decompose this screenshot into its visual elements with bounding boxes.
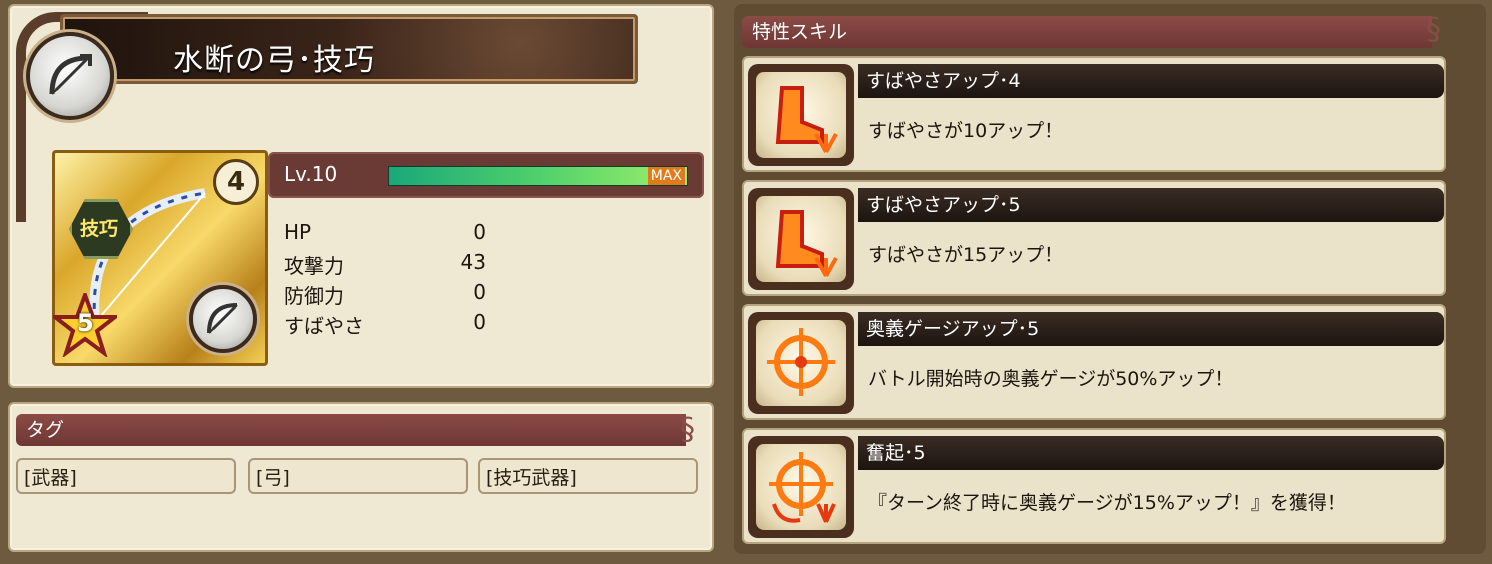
limit-break-badge: 4 (213, 159, 259, 205)
skill-name: 奮起･5 (858, 436, 1444, 470)
tag-weapon[interactable]: [武器] (16, 458, 236, 494)
stat-value-hp: 0 (473, 220, 486, 244)
boot-icon (756, 196, 846, 282)
type-badge-label: 技巧 (80, 218, 119, 240)
weapon-name: 水断の弓･技巧 (173, 43, 375, 78)
skill-item[interactable]: すばやさアップ･4 すばやさが10アップ！ (742, 56, 1446, 172)
stat-value-defense: 0 (473, 280, 486, 304)
skill-description: すばやさが10アップ！ (868, 120, 1064, 142)
stat-label-hp: HP (284, 220, 312, 244)
boot-icon (756, 72, 846, 158)
max-label: MAX (647, 167, 685, 185)
skill-item[interactable]: すばやさアップ･5 すばやさが15アップ！ (742, 180, 1446, 296)
skill-icon-frame (748, 312, 854, 414)
skill-name: すばやさアップ･5 (858, 188, 1444, 222)
skill-description: 『ターン終了時に奥義ゲージが15%アップ！』を獲得！ (868, 492, 1346, 514)
skill-item[interactable]: 奮起･5 『ターン終了時に奥義ゲージが15%アップ！』を獲得！ (742, 428, 1446, 544)
tag-header-label: タグ (26, 419, 65, 441)
skill-description: すばやさが15アップ！ (868, 244, 1064, 266)
limit-break-count: 4 (226, 167, 246, 197)
stat-label-defense: 防御力 (284, 284, 344, 308)
level-gauge: MAX (388, 166, 688, 186)
rarity-count: 5 (77, 309, 94, 337)
level-bar: Lv.10 MAX (268, 152, 704, 198)
ougi-gauge-icon (756, 320, 846, 406)
rarity-star-icon: 5 (49, 289, 121, 359)
bow-type-icon (26, 32, 114, 120)
skill-name: 奥義ゲージアップ･5 (858, 312, 1444, 346)
tag-header: タグ (16, 414, 686, 446)
tag-skill-weapon[interactable]: [技巧武器] (478, 458, 698, 494)
skill-icon-frame (748, 188, 854, 290)
ougi-rising-icon (756, 444, 846, 530)
header-curl-icon: § (680, 412, 695, 447)
skills-header-label: 特性スキル (752, 21, 848, 43)
stat-value-speed: 0 (473, 310, 486, 334)
tag-bow[interactable]: [弓] (248, 458, 468, 494)
bow-class-icon (189, 285, 257, 353)
skill-item[interactable]: 奥義ゲージアップ･5 バトル開始時の奥義ゲージが50%アップ！ (742, 304, 1446, 420)
skills-header: 特性スキル (742, 16, 1432, 48)
weapon-card[interactable]: 技巧 4 5 (49, 150, 268, 366)
skill-icon-frame (748, 64, 854, 166)
level-label: Lv.10 (284, 162, 338, 186)
skill-description: バトル開始時の奥義ゲージが50%アップ！ (868, 368, 1234, 390)
skills-header-curl-icon: § (1426, 12, 1441, 47)
skill-name: すばやさアップ･4 (858, 64, 1444, 98)
title-banner: 水断の弓･技巧 (60, 14, 638, 84)
stat-label-attack: 攻撃力 (284, 254, 344, 278)
skill-icon-frame (748, 436, 854, 538)
stat-label-speed: すばやさ (284, 314, 364, 338)
stat-value-attack: 43 (460, 250, 486, 274)
